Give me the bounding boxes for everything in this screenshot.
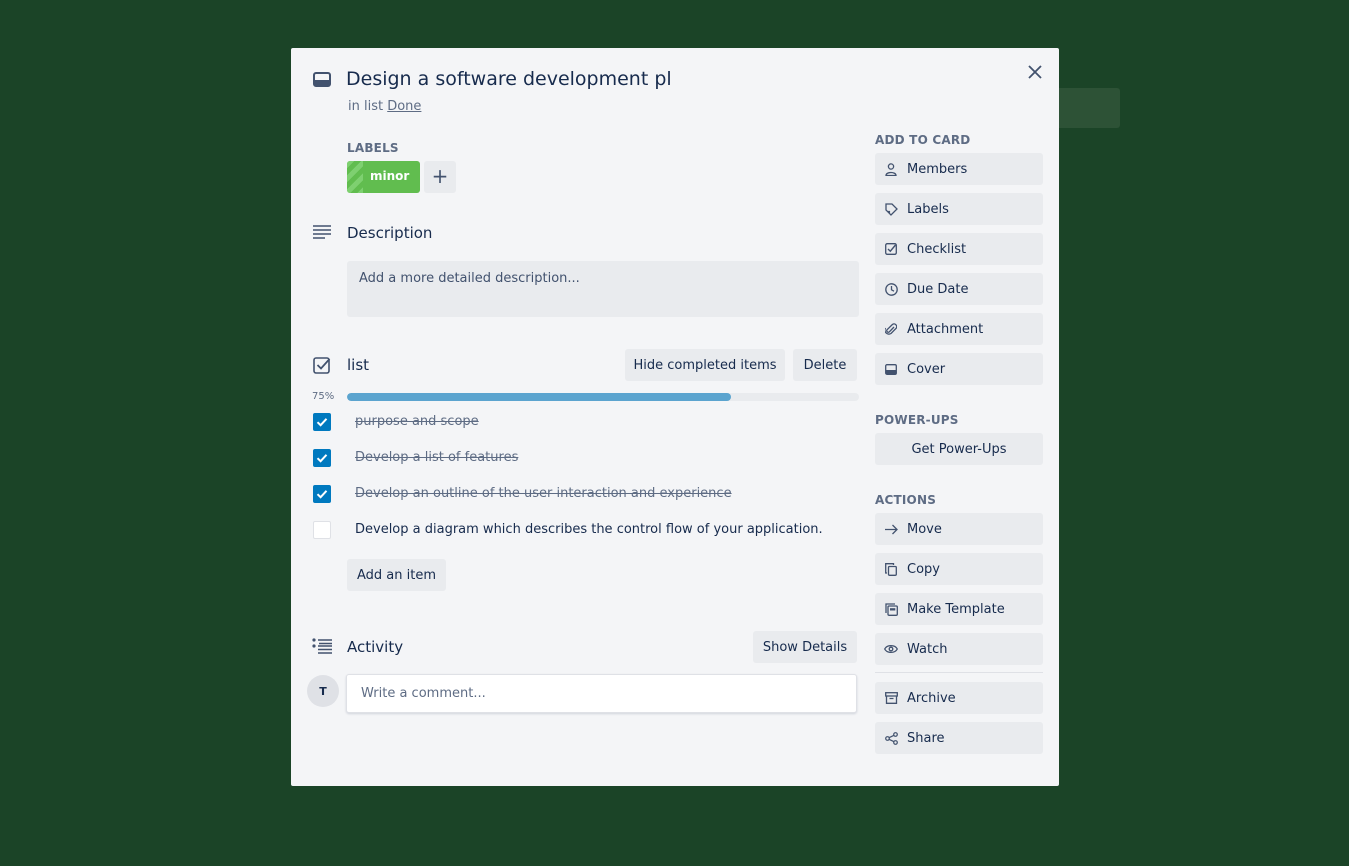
members-button[interactable]: Members xyxy=(875,153,1043,185)
add-label-button[interactable]: + xyxy=(424,161,456,193)
description-icon xyxy=(312,223,332,241)
attachment-button[interactable]: Attachment xyxy=(875,313,1043,345)
sidebar-button-label: Make Template xyxy=(907,601,1005,617)
description-heading: Description xyxy=(347,224,433,242)
person-icon xyxy=(884,162,898,176)
cover-button[interactable]: Cover xyxy=(875,353,1043,385)
watch-button[interactable]: Watch xyxy=(875,633,1043,665)
archive-button[interactable]: Archive xyxy=(875,682,1043,714)
label-pattern xyxy=(347,161,363,193)
checklist-item-text[interactable]: Develop a list of features xyxy=(355,450,518,465)
checklist-item-text[interactable]: Develop an outline of the user interacti… xyxy=(355,486,732,501)
sidebar-button-label: Checklist xyxy=(907,241,967,257)
show-details-button[interactable]: Show Details xyxy=(753,631,857,663)
in-list-prefix: in list xyxy=(348,99,384,114)
checklist-item-checkbox[interactable] xyxy=(313,485,331,503)
hide-completed-button[interactable]: Hide completed items xyxy=(625,349,785,381)
template-icon xyxy=(884,602,898,616)
check-icon xyxy=(316,454,328,463)
card-icon xyxy=(884,362,898,376)
due-date-button[interactable]: Due Date xyxy=(875,273,1043,305)
sidebar-button-label: Members xyxy=(907,161,968,177)
sidebar-button-label: Move xyxy=(907,521,942,537)
check-icon xyxy=(316,418,328,427)
description-input[interactable]: Add a more detailed description... xyxy=(347,261,859,317)
actions-heading: ACTIONS xyxy=(875,493,937,507)
checklist-button[interactable]: Checklist xyxy=(875,233,1043,265)
card-detail-modal: Design a software development pl in list… xyxy=(291,48,1059,786)
card-title[interactable]: Design a software development pl xyxy=(346,68,672,90)
sidebar-button-label: Share xyxy=(907,730,945,746)
card-icon xyxy=(312,70,332,90)
label-text: minor xyxy=(370,169,410,183)
sidebar-button-label: Watch xyxy=(907,641,948,657)
clock-icon xyxy=(884,282,898,296)
labels-heading: LABELS xyxy=(347,141,399,155)
add-item-button[interactable]: Add an item xyxy=(347,559,446,591)
sidebar-button-label: Labels xyxy=(907,201,949,217)
check-icon xyxy=(316,490,328,499)
list-link[interactable]: Done xyxy=(387,99,421,114)
share-icon xyxy=(884,731,898,745)
activity-icon xyxy=(312,637,332,655)
checklist-progress-bar xyxy=(347,393,859,401)
get-power-ups-button[interactable]: Get Power-Ups xyxy=(875,433,1043,465)
archive-icon xyxy=(884,691,898,705)
copy-icon xyxy=(884,562,898,576)
checklist-item-text[interactable]: Develop a diagram which describes the co… xyxy=(355,522,823,537)
arrow-right-icon xyxy=(884,522,898,536)
avatar[interactable]: T xyxy=(307,675,339,707)
sidebar-button-label: Attachment xyxy=(907,321,984,337)
make-template-button[interactable]: Make Template xyxy=(875,593,1043,625)
comment-input[interactable] xyxy=(359,685,843,702)
sidebar-button-label: Cover xyxy=(907,361,946,377)
checklist-title[interactable]: list xyxy=(347,356,369,374)
checklist-item-checkbox[interactable] xyxy=(313,521,331,539)
actions-divider xyxy=(875,672,1043,673)
copy-button[interactable]: Copy xyxy=(875,553,1043,585)
checkbox-icon xyxy=(884,242,898,256)
checklist-item-checkbox[interactable] xyxy=(313,413,331,431)
description-placeholder: Add a more detailed description... xyxy=(359,271,580,286)
move-button[interactable]: Move xyxy=(875,513,1043,545)
checklist-icon xyxy=(312,355,332,375)
share-button[interactable]: Share xyxy=(875,722,1043,754)
comment-field[interactable] xyxy=(346,674,857,713)
sidebar-button-label: Copy xyxy=(907,561,940,577)
sidebar-button-label: Archive xyxy=(907,690,956,706)
checklist-percent: 75% xyxy=(312,391,335,402)
label-minor[interactable]: minor xyxy=(347,161,420,193)
close-icon[interactable] xyxy=(1025,62,1045,82)
power-ups-heading: POWER-UPS xyxy=(875,413,959,427)
labels-button[interactable]: Labels xyxy=(875,193,1043,225)
delete-checklist-button[interactable]: Delete xyxy=(793,349,857,381)
sidebar-button-label: Due Date xyxy=(907,281,969,297)
card-list-location: in list Done xyxy=(348,99,421,114)
checklist-item-checkbox[interactable] xyxy=(313,449,331,467)
progress-fill xyxy=(347,393,731,401)
background-list-fragment xyxy=(1059,88,1120,128)
activity-heading: Activity xyxy=(347,638,404,656)
paperclip-icon xyxy=(884,322,898,336)
eye-icon xyxy=(884,642,898,656)
tag-icon xyxy=(884,202,898,216)
add-to-card-heading: ADD TO CARD xyxy=(875,133,971,147)
checklist-item-text[interactable]: purpose and scope xyxy=(355,414,479,429)
